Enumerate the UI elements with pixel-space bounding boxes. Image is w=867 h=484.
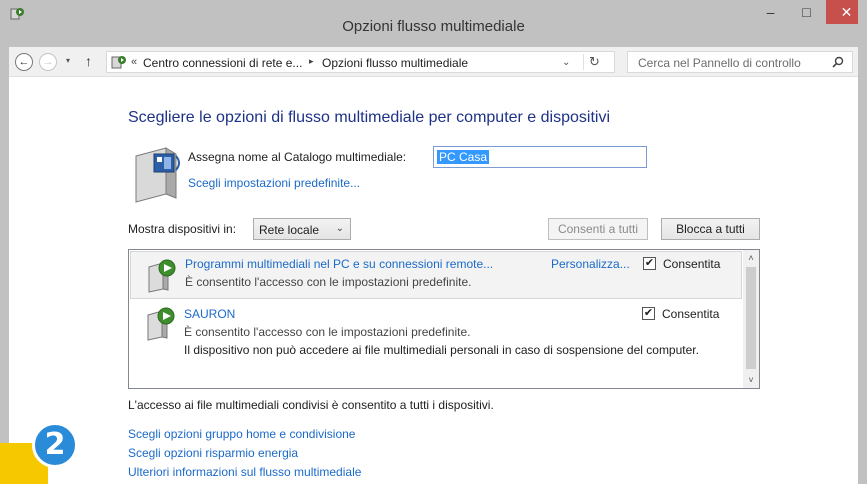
customize-link[interactable]: Personalizza...	[551, 257, 630, 271]
minimize-button[interactable]: –	[754, 0, 787, 24]
show-devices-label: Mostra dispositivi in:	[128, 222, 237, 236]
window: Opzioni flusso multimediale – □ ✕ ← → ▾ …	[0, 0, 867, 484]
allow-all-button[interactable]: Consenti a tutti	[548, 218, 648, 240]
window-title: Opzioni flusso multimediale	[342, 18, 525, 35]
device-list[interactable]: Programmi multimediali nel PC e su conne…	[128, 249, 760, 389]
title-bar[interactable]: Opzioni flusso multimediale – □ ✕	[0, 0, 867, 47]
device-name-link[interactable]: SAURON	[184, 307, 235, 321]
search-box[interactable]: Cerca nel Pannello di controllo	[627, 51, 853, 73]
up-button[interactable]: ↑	[85, 53, 92, 69]
device-name-link[interactable]: Programmi multimediali nel PC e su conne…	[185, 257, 493, 271]
scroll-down-icon[interactable]: ˅	[743, 372, 759, 388]
step-number-badge: 2	[32, 422, 78, 468]
refresh-icon[interactable]: ↻	[583, 54, 605, 70]
allowed-label[interactable]: Consentita	[662, 307, 719, 321]
media-device-icon	[147, 307, 175, 341]
library-name-value[interactable]: PC Casa	[437, 150, 490, 164]
breadcrumb-network-center[interactable]: Centro connessioni di rete e...	[143, 56, 302, 70]
allowed-checkbox[interactable]: ✔	[643, 257, 656, 270]
breadcrumb-overflow[interactable]: «	[131, 56, 137, 68]
recent-locations-dropdown[interactable]: ▾	[66, 56, 70, 65]
device-description: È consentito l'accesso con le impostazio…	[185, 275, 472, 289]
show-devices-value[interactable]: Rete locale	[259, 223, 319, 237]
breadcrumb-media-options[interactable]: Opzioni flusso multimediale	[322, 56, 468, 70]
media-device-icon	[148, 259, 176, 293]
device-description: È consentito l'accesso con le impostazio…	[184, 325, 471, 339]
window-border-left	[0, 0, 9, 484]
search-input[interactable]: Cerca nel Pannello di controllo	[638, 56, 801, 70]
scroll-thumb[interactable]	[746, 267, 756, 369]
list-item[interactable]: SAURON ✔ Consentita È consentito l'acces…	[130, 302, 742, 386]
library-name-label: Assegna nome al Catalogo multimediale:	[188, 150, 407, 164]
address-dropdown-icon[interactable]: ⌄	[562, 57, 570, 68]
search-icon[interactable]	[832, 56, 844, 68]
back-button[interactable]: ←	[15, 53, 33, 71]
allowed-checkbox[interactable]: ✔	[642, 307, 655, 320]
media-server-icon	[135, 147, 180, 203]
shared-media-note: L'accesso ai file multimediali condivisi…	[128, 398, 494, 412]
page-title: Scegliere le opzioni di flusso multimedi…	[128, 109, 611, 126]
library-name-input[interactable]: PC Casa	[433, 146, 647, 168]
homegroup-options-link[interactable]: Scegli opzioni gruppo home e condivision…	[128, 427, 355, 441]
block-all-button[interactable]: Blocca a tutti	[661, 218, 760, 240]
allowed-label[interactable]: Consentita	[663, 257, 720, 271]
address-bar[interactable]: « Centro connessioni di rete e... ▸ Opzi…	[106, 51, 615, 73]
power-options-link[interactable]: Scegli opzioni risparmio energia	[128, 446, 298, 460]
device-warning-text: Il dispositivo non può accedere ai file …	[184, 343, 699, 357]
breadcrumb-separator-icon[interactable]: ▸	[309, 56, 314, 67]
more-info-link[interactable]: Ulteriori informazioni sul flusso multim…	[128, 465, 361, 479]
window-border-right	[858, 0, 867, 484]
show-devices-select[interactable]: Rete locale ⌄	[253, 218, 351, 240]
content-area: Scegliere le opzioni di flusso multimedi…	[9, 77, 858, 484]
forward-button[interactable]: →	[39, 53, 57, 71]
control-panel-icon	[111, 56, 126, 69]
maximize-button[interactable]: □	[790, 0, 823, 24]
chevron-down-icon[interactable]: ⌄	[336, 223, 344, 234]
default-settings-link[interactable]: Scegli impostazioni predefinite...	[188, 176, 360, 190]
vertical-scrollbar[interactable]: ˄ ˅	[743, 250, 759, 388]
list-item[interactable]: Programmi multimediali nel PC e su conne…	[130, 251, 742, 299]
scroll-up-icon[interactable]: ˄	[743, 250, 759, 266]
navigation-bar: ← → ▾ ↑ « Centro connessioni di rete e..…	[9, 47, 858, 77]
